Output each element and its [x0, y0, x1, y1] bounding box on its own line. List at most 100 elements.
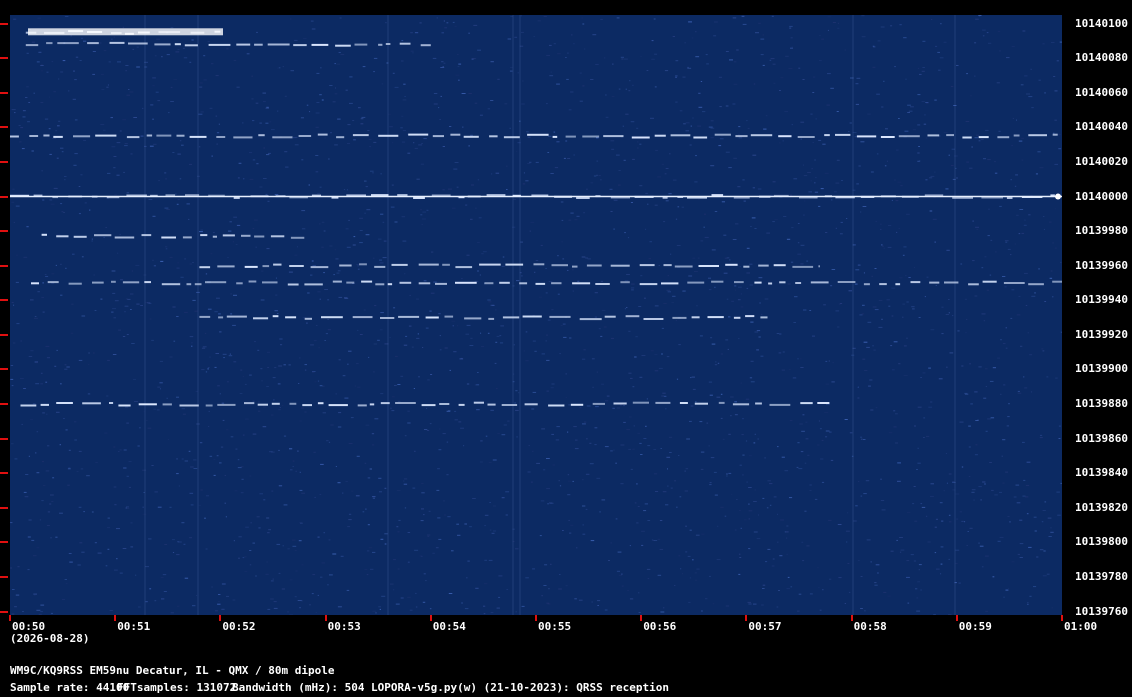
trace-segment — [769, 403, 791, 406]
trace-segment — [258, 134, 265, 137]
trace-segment — [743, 265, 750, 268]
frequency-tick-label: 10139900 — [1075, 362, 1128, 376]
trace-segment — [895, 283, 901, 286]
trace-segment — [810, 281, 829, 284]
trace-segment — [399, 42, 411, 45]
trace-segment — [311, 43, 329, 46]
trace-segment — [118, 404, 131, 407]
frequency-tick — [0, 22, 8, 25]
frequency-tick-label: 10139780 — [1075, 569, 1128, 583]
trace-segment — [824, 134, 830, 137]
trace-segment — [631, 136, 650, 139]
sample-rate: Sample rate: 44100 — [10, 681, 130, 694]
trace-segment — [357, 404, 367, 407]
frequency-tick — [0, 299, 8, 302]
trace-segment — [450, 133, 461, 136]
trace-segment — [287, 283, 299, 286]
trace-segment — [693, 136, 708, 139]
trace-segment — [792, 265, 814, 268]
frequency-tick — [0, 91, 8, 94]
trace-segment — [711, 194, 724, 197]
trace-segment — [655, 401, 671, 404]
frequency-tick-label: 10139840 — [1075, 466, 1128, 480]
trace-segment — [346, 281, 355, 284]
trace-segment — [253, 317, 269, 320]
signal-trace — [25, 41, 431, 47]
trace-segment — [182, 236, 192, 239]
trace-segment — [399, 281, 412, 284]
trace-segment — [290, 236, 305, 239]
trace-segment — [455, 281, 477, 284]
trace-segment — [199, 266, 211, 269]
trace-segment — [179, 404, 199, 407]
trace-segment — [380, 317, 395, 319]
trace-segment — [758, 264, 769, 267]
frequency-tick-label: 10139940 — [1075, 293, 1128, 307]
trace-segment — [162, 403, 172, 406]
signal-trace — [31, 280, 1062, 286]
trace-segment — [397, 194, 408, 197]
trace-segment — [339, 264, 352, 267]
trace-segment — [43, 134, 50, 137]
trace-segment — [458, 403, 465, 406]
trace-segment — [46, 42, 53, 45]
trace-segment — [352, 134, 369, 137]
trace-segment — [779, 281, 786, 284]
trace-segment — [41, 233, 47, 236]
time-tick-label: 00:56 — [643, 620, 677, 633]
time-tick-label: 00:53 — [327, 620, 361, 633]
trace-segment — [73, 135, 91, 138]
frequency-tick-label: 10139880 — [1075, 397, 1128, 411]
trace-segment — [489, 135, 498, 138]
trace-segment — [734, 281, 744, 284]
trace-segment — [418, 263, 439, 266]
trace-segment — [522, 315, 542, 318]
frequency-tick — [0, 403, 8, 406]
trace-segment — [549, 315, 571, 318]
trace-segment — [359, 263, 367, 266]
trace-segment — [262, 265, 270, 268]
frequency-tick — [0, 57, 8, 60]
trace-segment — [768, 282, 773, 285]
trace-segment — [725, 263, 738, 266]
time-tick — [429, 615, 432, 621]
trace-segment — [199, 315, 211, 318]
trace-segment — [92, 281, 104, 284]
trace-segment — [425, 316, 439, 319]
trace-segment — [672, 316, 687, 319]
strong-signal-block — [28, 28, 223, 36]
trace-segment — [336, 136, 345, 139]
trace-segment — [486, 194, 506, 197]
trace-segment — [154, 43, 171, 46]
trace-segment — [962, 136, 972, 139]
trace-segment — [73, 235, 87, 238]
trace-segment — [679, 402, 688, 404]
frequency-tick — [0, 575, 8, 578]
trace-segment — [687, 281, 705, 284]
trace-segment — [217, 403, 236, 406]
trace-segment — [663, 264, 672, 267]
frequency-tick — [0, 160, 8, 163]
trace-segment — [317, 402, 324, 405]
trace-segment — [570, 403, 584, 406]
trace-segment — [122, 281, 140, 284]
frequency-tick — [0, 195, 8, 198]
frequency-tick — [0, 264, 8, 267]
frequency-tick-label: 10140060 — [1075, 85, 1128, 99]
trace-segment — [455, 266, 473, 269]
trace-segment — [161, 236, 176, 239]
trace-segment — [194, 283, 202, 286]
frequency-tick-label: 10140020 — [1075, 154, 1128, 168]
trace-segment — [927, 134, 940, 137]
trace-segment — [856, 135, 877, 138]
trace-segment — [505, 263, 524, 266]
frequency-tick — [0, 126, 8, 129]
time-tick — [324, 615, 327, 621]
trace-segment — [141, 234, 152, 237]
trace-segment — [236, 43, 251, 46]
trace-segment — [499, 281, 510, 284]
trace-segment — [184, 44, 198, 47]
trace-segment — [395, 402, 416, 404]
waterfall-display[interactable] — [10, 15, 1062, 615]
time-tick-label: 00:55 — [538, 620, 572, 633]
